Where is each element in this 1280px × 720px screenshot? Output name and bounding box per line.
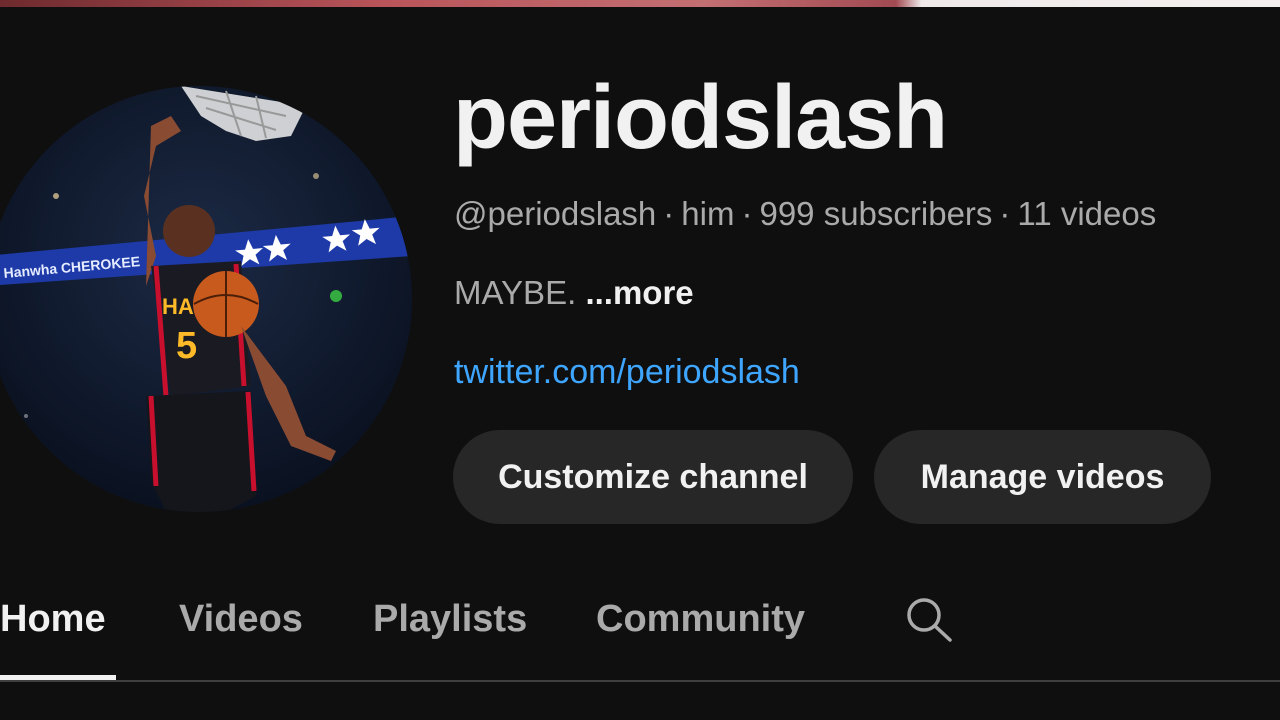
channel-tabs: Home Videos Playlists Community bbox=[0, 580, 1280, 684]
meta-separator: · bbox=[999, 195, 1011, 232]
channel-description[interactable]: MAYBE. ...more bbox=[454, 273, 694, 313]
avatar-image: Hanwha CHEROKEE 5 HA bbox=[0, 86, 412, 512]
tabs-divider bbox=[0, 680, 1280, 682]
channel-name: periodslash bbox=[453, 68, 948, 168]
channel-meta: @periodslash · him · 999 subscribers · 11 vide… bbox=[454, 194, 1156, 234]
meta-separator: · bbox=[741, 195, 753, 232]
channel-pronoun: him bbox=[681, 195, 735, 232]
channel-external-link[interactable]: twitter.com/periodslash bbox=[454, 352, 800, 392]
tab-playlists[interactable]: Playlists bbox=[373, 594, 527, 644]
tab-community[interactable]: Community bbox=[596, 594, 805, 644]
tab-home[interactable]: Home bbox=[0, 594, 106, 644]
meta-separator: · bbox=[663, 195, 675, 232]
video-count: 11 videos bbox=[1017, 195, 1157, 232]
channel-page: Hanwha CHEROKEE 5 HA periodslash @period… bbox=[0, 0, 1280, 720]
channel-handle: @periodslash bbox=[454, 195, 657, 232]
channel-avatar[interactable]: Hanwha CHEROKEE 5 HA bbox=[0, 86, 412, 512]
description-text: MAYBE. bbox=[454, 274, 577, 311]
customize-channel-button[interactable]: Customize channel bbox=[453, 430, 853, 524]
more-link[interactable]: ...more bbox=[585, 274, 693, 311]
svg-text:5: 5 bbox=[176, 325, 197, 367]
search-icon[interactable] bbox=[900, 594, 956, 644]
tab-videos[interactable]: Videos bbox=[179, 594, 303, 644]
subscriber-count: 999 subscribers bbox=[759, 195, 993, 232]
channel-banner bbox=[0, 0, 1280, 7]
manage-videos-button[interactable]: Manage videos bbox=[874, 430, 1211, 524]
svg-text:HA: HA bbox=[162, 294, 194, 319]
